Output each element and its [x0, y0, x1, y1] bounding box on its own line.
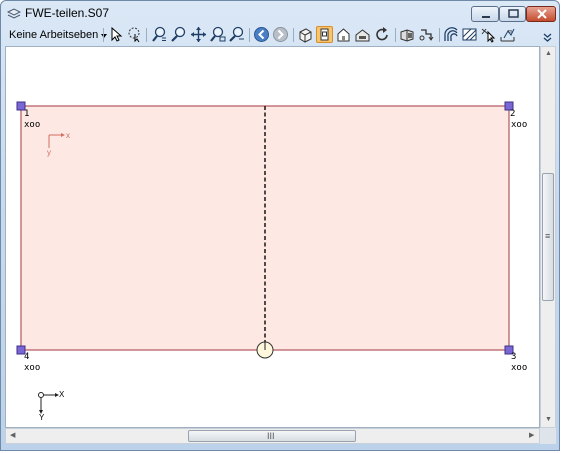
box-view-button[interactable]: [399, 26, 416, 43]
toolbar-separator: [103, 28, 104, 42]
vertical-scrollbar[interactable]: ▲ ≡ ▼: [540, 46, 556, 428]
hatch-icon: [462, 28, 477, 41]
pointer-icon: [111, 26, 123, 42]
view-front-button[interactable]: [316, 26, 333, 43]
horizontal-scrollbar[interactable]: ◀ III ▶: [5, 428, 540, 444]
box-view-icon: [400, 29, 414, 42]
toolbar-separator: [146, 28, 147, 42]
node-3-label: xoo: [511, 363, 528, 373]
forward-icon: [273, 27, 288, 42]
back-icon: [254, 27, 269, 42]
rotate-button[interactable]: [374, 26, 391, 43]
node-3-number: 3: [511, 352, 517, 362]
forward-button[interactable]: [272, 26, 289, 43]
drawing-canvas[interactable]: 1 xoo 2 xoo 3 xoo 4 xoo x y X Y: [5, 46, 540, 428]
global-axis-y-label: Y: [39, 413, 45, 422]
lasso-select-icon: [128, 27, 140, 43]
window-title: FWE-teilen.S07: [25, 6, 110, 20]
workplane-dropdown[interactable]: Keine Arbeitseben: [9, 27, 108, 43]
lasso-select-button[interactable]: [126, 26, 143, 43]
pointer-button[interactable]: [108, 26, 125, 43]
view-house-button[interactable]: [335, 26, 352, 43]
view-house-icon: [337, 28, 350, 42]
vertical-grip-icon: ≡: [545, 231, 551, 241]
node-1-number: 1: [24, 109, 30, 119]
vertical-scroll-thumb[interactable]: ≡: [542, 173, 554, 301]
application-window: FWE-teilen.S07 Keine Arbeitseben m 1 xoo…: [0, 0, 560, 451]
scroll-down-icon[interactable]: ▼: [545, 416, 552, 424]
zoom-fit-button[interactable]: [151, 26, 168, 43]
node-2-number: 2: [510, 109, 516, 119]
pan-icon: [191, 27, 206, 42]
arc-lines-button[interactable]: [442, 26, 459, 43]
maximize-button[interactable]: [499, 6, 526, 22]
zoom-in-button[interactable]: [170, 26, 187, 43]
view-top-icon: [355, 29, 370, 42]
zoom-out-icon: [229, 26, 244, 42]
title-bar[interactable]: FWE-teilen.S07: [1, 1, 561, 25]
dimension-icon: m: [500, 28, 515, 42]
zoom-fit-icon: [152, 26, 166, 42]
svg-text:m: m: [508, 29, 512, 35]
local-axis-x-label: x: [66, 131, 70, 140]
zoom-window-icon: [210, 26, 226, 42]
close-icon: [537, 9, 547, 19]
zoom-out-button[interactable]: [228, 26, 245, 43]
scroll-left-icon[interactable]: ◀: [10, 432, 15, 440]
node-1-label: xoo: [24, 120, 41, 130]
zoom-window-button[interactable]: [209, 26, 226, 43]
view-3d-icon: [299, 28, 312, 43]
workplane-dropdown-label: Keine Arbeitseben: [9, 29, 99, 41]
node-cursor-button[interactable]: [480, 26, 497, 43]
sections-icon: [419, 29, 434, 41]
toolbar-separator: [395, 28, 396, 42]
view-front-icon: [320, 28, 329, 41]
close-button[interactable]: [526, 6, 556, 22]
dimension-button[interactable]: m: [499, 26, 516, 43]
minimize-icon: [482, 16, 490, 18]
scroll-right-icon[interactable]: ▶: [529, 432, 534, 440]
overflow-chevron-icon: [543, 33, 552, 42]
pan-button[interactable]: [190, 26, 207, 43]
scroll-up-icon[interactable]: ▲: [545, 50, 552, 58]
view-toolbar: Keine Arbeitseben m: [5, 25, 557, 45]
toolbar-separator: [249, 28, 250, 42]
toolbar-separator: [439, 28, 440, 42]
view-3d-button[interactable]: [297, 26, 314, 43]
zoom-in-icon: [171, 26, 186, 42]
app-icon: [6, 7, 22, 19]
minimize-button[interactable]: [471, 6, 499, 22]
toolbar-overflow-button[interactable]: [539, 26, 556, 43]
hatch-button[interactable]: [461, 26, 478, 43]
sections-button[interactable]: [418, 26, 435, 43]
node-4-label: xoo: [24, 363, 41, 373]
node-2-label: xoo: [511, 120, 528, 130]
horizontal-grip-icon: III: [267, 431, 275, 441]
horizontal-scroll-thumb[interactable]: III: [188, 430, 356, 442]
global-axis-icon: [38, 392, 59, 414]
maximize-icon: [508, 9, 519, 18]
scrollbar-corner: [540, 428, 556, 444]
arc-lines-icon: [444, 27, 458, 41]
back-button[interactable]: [253, 26, 270, 43]
structure-drawing: [16, 101, 514, 414]
node-4-number: 4: [24, 352, 30, 362]
rotate-icon: [376, 27, 388, 41]
local-axis-y-label: y: [47, 148, 51, 157]
toolbar-separator: [293, 28, 294, 42]
global-axis-x-label: X: [59, 390, 65, 399]
node-cursor-icon: [481, 28, 496, 43]
view-top-button[interactable]: [354, 26, 371, 43]
wall-panel[interactable]: [20, 105, 510, 351]
